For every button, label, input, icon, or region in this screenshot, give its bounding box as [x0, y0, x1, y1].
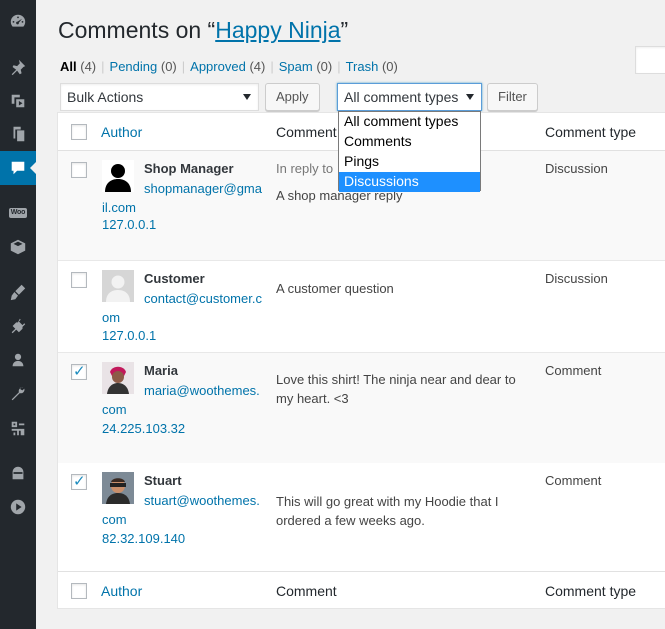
comment-type-dropdown: All comment types Comments Pings Discuss… — [338, 111, 481, 192]
pin-icon[interactable] — [0, 50, 36, 84]
author-ip-link[interactable]: 127.0.0.1 — [102, 328, 156, 343]
dashboard-icon[interactable] — [0, 4, 36, 38]
row-checkbox[interactable] — [71, 272, 87, 288]
comment-text: This will go great with my Hoodie that I… — [276, 494, 499, 528]
select-all-checkbox[interactable] — [71, 583, 87, 599]
chevron-down-icon — [466, 94, 474, 100]
author-name: Stuart — [144, 473, 182, 488]
author-ip-link[interactable]: 127.0.0.1 — [102, 217, 156, 232]
author-column-header[interactable]: Author — [101, 124, 142, 140]
author-column-footer[interactable]: Author — [101, 583, 142, 599]
comment-type-column-footer: Comment type — [545, 583, 637, 599]
page-title: Comments on “Happy Ninja” — [58, 17, 349, 43]
search-input[interactable] — [635, 46, 665, 74]
author-name: Shop Manager — [144, 161, 234, 176]
author-ip-link[interactable]: 24.225.103.32 — [102, 421, 185, 436]
table-row: Stuart stuart@woothemes.com 82.32.109.14… — [58, 463, 665, 571]
users-icon[interactable] — [0, 343, 36, 377]
plugins-icon[interactable] — [0, 309, 36, 343]
in-reply-to-text: In reply to — [276, 161, 334, 176]
author-email-link[interactable]: contact@customer.com — [102, 289, 262, 327]
play-icon[interactable] — [0, 490, 36, 524]
row-checkbox[interactable] — [71, 362, 87, 380]
media-icon[interactable] — [0, 84, 36, 118]
admin-sidebar: Woo — [0, 0, 36, 629]
table-footer: Author Comment Comment type — [58, 571, 665, 609]
comment-text: Love this shirt! The ninja near and dear… — [276, 372, 516, 406]
pages-icon[interactable] — [0, 117, 36, 151]
comment-type-select[interactable]: All comment types — [337, 83, 482, 111]
appearance-icon[interactable] — [0, 275, 36, 309]
woocommerce-icon[interactable]: Woo — [0, 196, 36, 230]
option-pings[interactable]: Pings — [339, 152, 480, 172]
status-all-link[interactable]: All — [60, 59, 77, 74]
bulk-actions-select[interactable]: Bulk Actions — [60, 83, 259, 111]
products-icon[interactable] — [0, 230, 36, 264]
row-checkbox[interactable] — [71, 162, 87, 178]
table-row: Customer contact@customer.com 127.0.0.1 … — [58, 261, 665, 353]
author-email-link[interactable]: maria@woothemes.com — [102, 381, 262, 419]
author-ip-link[interactable]: 82.32.109.140 — [102, 531, 185, 546]
option-all-comment-types[interactable]: All comment types — [339, 112, 480, 132]
comment-type: Comment — [545, 363, 602, 378]
chevron-down-icon — [243, 94, 251, 100]
comments-icon[interactable] — [0, 151, 36, 185]
apply-button[interactable]: Apply — [265, 83, 320, 111]
status-trash-link[interactable]: Trash — [346, 59, 379, 74]
status-spam-link[interactable]: Spam — [279, 59, 313, 74]
filter-button[interactable]: Filter — [487, 83, 538, 111]
author-email-link[interactable]: shopmanager@gmail.com — [102, 179, 262, 217]
author-name: Maria — [144, 363, 178, 378]
comment-type: Discussion — [545, 161, 608, 176]
comment-type: Discussion — [545, 271, 608, 286]
comment-status-filters: All (4) | Pending (0) | Approved (4) | Spam (0… — [60, 59, 398, 74]
comment-type-column-header: Comment type — [545, 124, 637, 140]
post-title-link[interactable]: Happy Ninja — [215, 17, 340, 43]
author-name: Customer — [144, 271, 205, 286]
tools-icon[interactable] — [0, 377, 36, 411]
comment-type: Comment — [545, 473, 602, 488]
author-email-link[interactable]: stuart@woothemes.com — [102, 491, 262, 529]
table-row: Maria maria@woothemes.com 24.225.103.32 … — [58, 353, 665, 463]
comment-text: A customer question — [276, 281, 394, 296]
status-approved-link[interactable]: Approved — [190, 59, 246, 74]
settings-icon[interactable] — [0, 411, 36, 445]
comment-column-header: Comment — [276, 124, 337, 140]
row-checkbox[interactable] — [71, 472, 87, 490]
option-comments[interactable]: Comments — [339, 132, 480, 152]
status-pending-link[interactable]: Pending — [110, 59, 158, 74]
ninja-icon[interactable] — [0, 456, 36, 490]
option-discussions[interactable]: Discussions — [339, 172, 480, 192]
select-all-checkbox[interactable] — [71, 124, 87, 140]
comment-column-footer: Comment — [276, 583, 337, 599]
